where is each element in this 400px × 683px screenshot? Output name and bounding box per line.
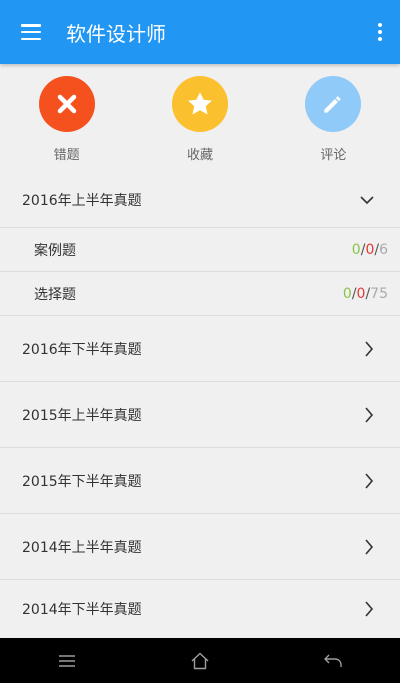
item-score: 0/0/6 <box>352 242 388 258</box>
chevron-down-icon <box>360 195 374 204</box>
item-score: 0/0/75 <box>343 286 388 302</box>
nav-menu-icon <box>58 654 75 667</box>
app-bar: 软件设计师 <box>0 0 400 64</box>
score-total: 6 <box>379 241 388 258</box>
more-vert-icon <box>378 23 382 41</box>
more-options-button[interactable] <box>360 0 400 64</box>
menu-button[interactable] <box>0 0 62 64</box>
chevron-right-icon <box>365 340 374 357</box>
comments-button[interactable]: 评论 <box>267 64 400 172</box>
wrong-questions-circle[interactable] <box>38 76 95 132</box>
section-2014-h2[interactable]: 2014年下半年真题 <box>0 580 400 638</box>
chevron-right-icon <box>365 538 374 555</box>
favorites-label: 收藏 <box>186 148 213 163</box>
score-correct: 0 <box>351 241 361 258</box>
section-title: 2014年上半年真题 <box>22 539 142 556</box>
section-2016-h2[interactable]: 2016年下半年真题 <box>0 316 400 382</box>
chevron-right-icon <box>365 601 374 617</box>
chevron-right-icon <box>365 472 374 489</box>
comments-label: 评论 <box>320 148 347 163</box>
pencil-icon <box>324 96 341 113</box>
score-total: 75 <box>370 285 388 302</box>
section-title: 2015年下半年真题 <box>22 473 142 490</box>
item-label: 案例题 <box>34 242 76 259</box>
chevron-right-icon <box>365 406 374 423</box>
wrong-questions-label: 错题 <box>53 148 80 163</box>
score-wrong: 0 <box>365 241 375 258</box>
score-correct: 0 <box>342 285 352 302</box>
comments-circle[interactable] <box>305 76 362 132</box>
nav-home-button[interactable] <box>170 638 230 683</box>
hamburger-menu-icon <box>21 24 41 40</box>
item-label: 选择题 <box>34 286 76 303</box>
section-2015-h1[interactable]: 2015年上半年真题 <box>0 382 400 448</box>
close-icon <box>57 94 76 114</box>
nav-menu-button[interactable] <box>37 638 97 683</box>
section-title: 2014年下半年真题 <box>22 602 142 618</box>
section-title: 2016年上半年真题 <box>22 192 142 209</box>
item-choice-questions[interactable]: 选择题 0/0/75 <box>0 272 400 316</box>
quick-actions: 错题 收藏 评论 <box>0 64 400 172</box>
wrong-questions-button[interactable]: 错题 <box>0 64 133 172</box>
item-case-questions[interactable]: 案例题 0/0/6 <box>0 228 400 272</box>
back-icon <box>324 654 343 667</box>
home-icon <box>191 652 209 669</box>
system-nav-bar <box>0 638 400 683</box>
section-2016-h1[interactable]: 2016年上半年真题 <box>0 172 400 228</box>
section-title: 2015年上半年真题 <box>22 407 142 424</box>
page-title: 软件设计师 <box>66 21 166 46</box>
nav-back-button[interactable] <box>303 638 363 683</box>
section-2015-h2[interactable]: 2015年下半年真题 <box>0 448 400 514</box>
favorites-button[interactable]: 收藏 <box>133 64 266 172</box>
section-2014-h1[interactable]: 2014年上半年真题 <box>0 514 400 580</box>
star-icon <box>188 92 212 115</box>
section-title: 2016年下半年真题 <box>22 341 142 358</box>
score-wrong: 0 <box>356 285 366 302</box>
favorites-circle[interactable] <box>171 76 228 132</box>
